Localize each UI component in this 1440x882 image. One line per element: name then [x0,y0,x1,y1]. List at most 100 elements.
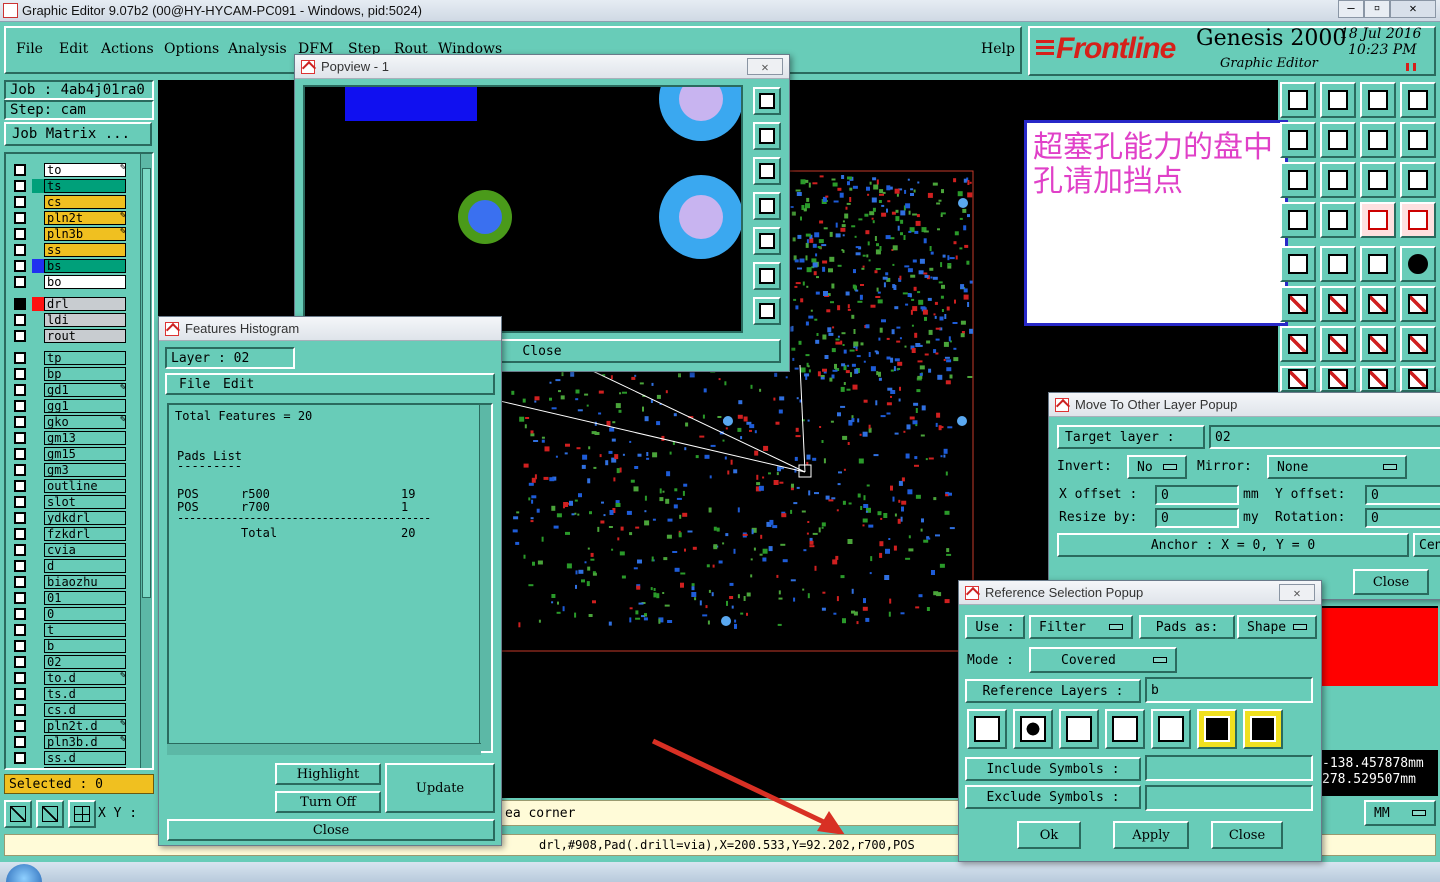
layer-row[interactable]: biaozhu [14,574,126,590]
tool-button-5-3-icon[interactable] [1400,286,1436,322]
layer-checkbox[interactable] [14,298,26,310]
tool-button-5-0-icon[interactable] [1280,286,1316,322]
layer-checkbox[interactable] [14,276,26,288]
layer-checkbox[interactable] [14,416,26,428]
layer-row[interactable]: ts [14,178,126,194]
ok-button[interactable]: Ok [1017,821,1081,849]
layer-checkbox[interactable] [14,560,26,572]
layer-row[interactable]: d [14,558,126,574]
layer-row[interactable]: pln3b.d ✎ [14,734,126,750]
layer-row[interactable]: pln2t ✎ [14,210,126,226]
layer-row[interactable]: to.d ✎ [14,670,126,686]
rotation-input[interactable]: 0 [1365,508,1440,528]
layer-checkbox[interactable] [14,314,26,326]
plus-icon[interactable] [1197,709,1237,749]
histogram-menu-edit[interactable]: Edit [223,377,254,392]
layer-row[interactable]: ldi [14,312,126,328]
tool-button-5-1-icon[interactable] [1320,286,1356,322]
layer-checkbox[interactable] [14,576,26,588]
layer-checkbox[interactable] [14,260,26,272]
layer-row[interactable]: gd1 ✎ [14,382,126,398]
menu-file[interactable]: File [16,41,43,57]
layer-row[interactable]: pln3b ✎ [14,226,126,242]
layer-checkbox[interactable] [14,688,26,700]
tool-button-3-1-icon[interactable] [1320,202,1356,238]
layer-row[interactable]: gko ✎ [14,414,126,430]
pad-shape-icon[interactable] [1013,709,1053,749]
layer-row[interactable]: bs.d [14,766,126,768]
tool-button-3-3-icon[interactable] [1400,202,1436,238]
layer-checkbox[interactable] [14,400,26,412]
layer-row[interactable]: cs [14,194,126,210]
tool-button-6-2-icon[interactable] [1360,326,1396,362]
highlight-button[interactable]: Highlight [275,763,381,785]
layer-row[interactable]: gg1 [14,398,126,414]
tool-button-6-0-icon[interactable] [1280,326,1316,362]
tool-button-1-3-icon[interactable] [1400,122,1436,158]
popview-tool-3-icon[interactable] [753,192,781,220]
layer-checkbox[interactable] [14,656,26,668]
menu-help[interactable]: Help [981,41,1015,57]
layer-row[interactable]: cvia [14,542,126,558]
measure-icon[interactable] [36,800,64,828]
layer-checkbox[interactable] [14,752,26,764]
mode-select[interactable]: Covered [1029,647,1177,673]
menu-edit[interactable]: Edit [59,41,88,57]
surface-shape-icon[interactable] [1059,709,1099,749]
layer-row[interactable]: 02 [14,654,126,670]
layer-checkbox[interactable] [14,496,26,508]
layer-checkbox[interactable] [14,212,26,224]
center-button[interactable]: Cen [1413,533,1440,557]
tool-button-2-3-icon[interactable] [1400,162,1436,198]
tool-button-1-1-icon[interactable] [1320,122,1356,158]
layer-checkbox[interactable] [14,464,26,476]
apply-button[interactable]: Apply [1113,821,1189,849]
popview-tool-0-icon[interactable] [753,87,781,115]
xoffset-input[interactable]: 0 [1155,485,1239,505]
tool-button-1-0-icon[interactable] [1280,122,1316,158]
layer-row[interactable]: 0 [14,606,126,622]
layer-checkbox[interactable] [14,672,26,684]
layer-row[interactable]: 01 [14,590,126,606]
minus-icon[interactable] [1243,709,1283,749]
invert-select[interactable]: No [1127,455,1187,479]
target-layer-input[interactable]: 02 [1209,425,1440,449]
line-shape-icon[interactable] [967,709,1007,749]
minimize-button[interactable]: — [1338,0,1364,18]
layer-checkbox[interactable] [14,624,26,636]
update-button[interactable]: Update [385,763,495,813]
layer-checkbox[interactable] [14,512,26,524]
popview-tool-1-icon[interactable] [753,122,781,150]
tool-button-4-3-icon[interactable] [1400,246,1436,282]
exclude-symbols-input[interactable] [1145,785,1313,811]
tool-button-6-3-icon[interactable] [1400,326,1436,362]
layer-row[interactable]: tp [14,350,126,366]
histogram-hscroll[interactable] [167,743,481,755]
layer-checkbox[interactable] [14,608,26,620]
tool-button-7-2-icon[interactable] [1360,366,1396,392]
layer-checkbox[interactable] [14,164,26,176]
arc-shape-icon[interactable] [1105,709,1145,749]
layer-checkbox[interactable] [14,196,26,208]
reference-layers-input[interactable]: b [1145,677,1313,703]
layer-checkbox[interactable] [14,480,26,492]
layer-row[interactable]: ss [14,242,126,258]
layer-row[interactable]: gm13 [14,430,126,446]
layer-checkbox[interactable] [14,544,26,556]
tool-button-4-2-icon[interactable] [1360,246,1396,282]
ref-close-button[interactable]: Close [1211,821,1283,849]
layer-row[interactable]: bp [14,366,126,382]
layer-row[interactable]: fzkdrl [14,526,126,542]
layer-row[interactable]: slot [14,494,126,510]
tool-button-4-0-icon[interactable] [1280,246,1316,282]
start-button-icon[interactable] [6,864,42,882]
layer-checkbox[interactable] [14,736,26,748]
histogram-vscroll[interactable] [479,405,491,751]
layer-row[interactable]: to ✎ [14,162,126,178]
layer-checkbox[interactable] [14,704,26,716]
layer-row[interactable]: gm3 [14,462,126,478]
layer-row[interactable]: gm15 [14,446,126,462]
mirror-select[interactable]: None [1267,455,1407,479]
layer-row[interactable]: bo [14,274,126,290]
tool-button-6-1-icon[interactable] [1320,326,1356,362]
